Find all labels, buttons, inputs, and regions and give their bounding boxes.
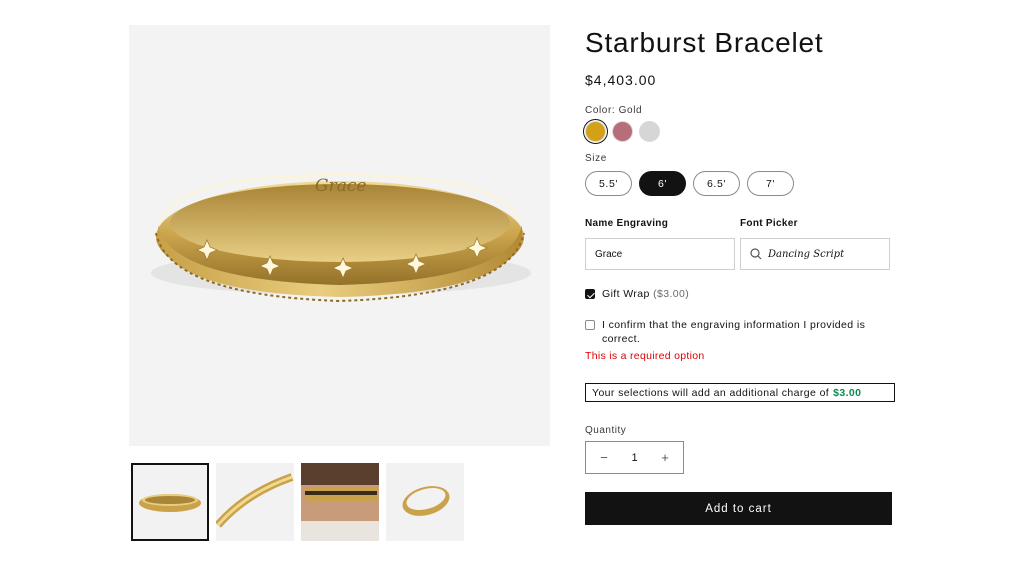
quantity-input[interactable]: 1 [631, 452, 637, 464]
charge-text: Your selections will add an additional c… [592, 386, 830, 399]
engraving-preview-text: Grace [315, 176, 366, 196]
font-picker-input[interactable]: Dancing Script [740, 238, 890, 270]
thumbnail-3[interactable] [301, 463, 379, 541]
search-icon [750, 248, 762, 260]
size-label: Size [585, 153, 607, 164]
gift-wrap-checkbox[interactable] [585, 289, 595, 299]
swatch-silver[interactable] [639, 121, 660, 142]
bracelet-image: Grace [151, 173, 531, 303]
font-picker-label: Font Picker [740, 218, 798, 229]
additional-charge-notice: Your selections will add an additional c… [585, 383, 895, 402]
gift-wrap-price: ($3.00) [653, 288, 690, 300]
size-option-5-5[interactable]: 5.5' [585, 171, 632, 196]
thumbnail-2[interactable] [216, 463, 294, 541]
name-engraving-field-group: Name Engraving Grace [585, 218, 735, 270]
bracelet-worn-thumbnail-image [301, 463, 379, 541]
charge-amount: $3.00 [833, 386, 862, 399]
bracelet-thumbnail-image [216, 473, 294, 528]
bracelet-thumbnail-image [139, 494, 201, 512]
name-engraving-input[interactable]: Grace [585, 238, 735, 270]
thumbnail-1[interactable] [131, 463, 209, 541]
color-label: Color: Gold [585, 105, 643, 116]
size-options: 5.5' 6' 6.5' 7' [585, 171, 897, 196]
product-price: $4,403.00 [585, 72, 657, 88]
font-picker-value: Dancing Script [768, 248, 845, 260]
confirm-engraving-option[interactable]: I confirm that the engraving information… [585, 318, 897, 346]
product-title: Starburst Bracelet [585, 27, 824, 58]
gift-wrap-option[interactable]: Gift Wrap ($3.00) [585, 287, 897, 301]
size-option-6[interactable]: 6' [639, 171, 686, 196]
size-option-6-5[interactable]: 6.5' [693, 171, 740, 196]
product-info-panel: Starburst Bracelet $4,403.00 Color: Gold… [583, 26, 897, 525]
swatch-gold[interactable] [583, 119, 608, 144]
name-engraving-label: Name Engraving [585, 218, 669, 229]
confirm-engraving-checkbox[interactable] [585, 320, 595, 330]
thumbnail-strip [131, 463, 464, 542]
size-option-7[interactable]: 7' [747, 171, 794, 196]
add-to-cart-button[interactable]: Add to cart [585, 492, 892, 525]
required-error-message: This is a required option [585, 350, 705, 362]
confirm-engraving-label: I confirm that the engraving information… [602, 319, 866, 345]
bracelet-thumbnail-image [402, 486, 450, 516]
quantity-stepper: − 1 + [585, 441, 684, 474]
engraving-fields: Name Engraving Grace Font Picker Dancing… [585, 218, 897, 270]
quantity-label: Quantity [585, 425, 627, 436]
name-engraving-value: Grace [595, 248, 623, 260]
gift-wrap-label: Gift Wrap ($3.00) [602, 288, 690, 300]
quantity-decrease-button[interactable]: − [598, 450, 610, 465]
thumbnail-4[interactable] [386, 463, 464, 541]
quantity-increase-button[interactable]: + [659, 450, 671, 465]
product-main-image[interactable]: Grace [129, 25, 550, 446]
swatch-rose[interactable] [612, 121, 633, 142]
color-swatches [583, 119, 897, 144]
font-picker-field-group: Font Picker Dancing Script [740, 218, 890, 270]
